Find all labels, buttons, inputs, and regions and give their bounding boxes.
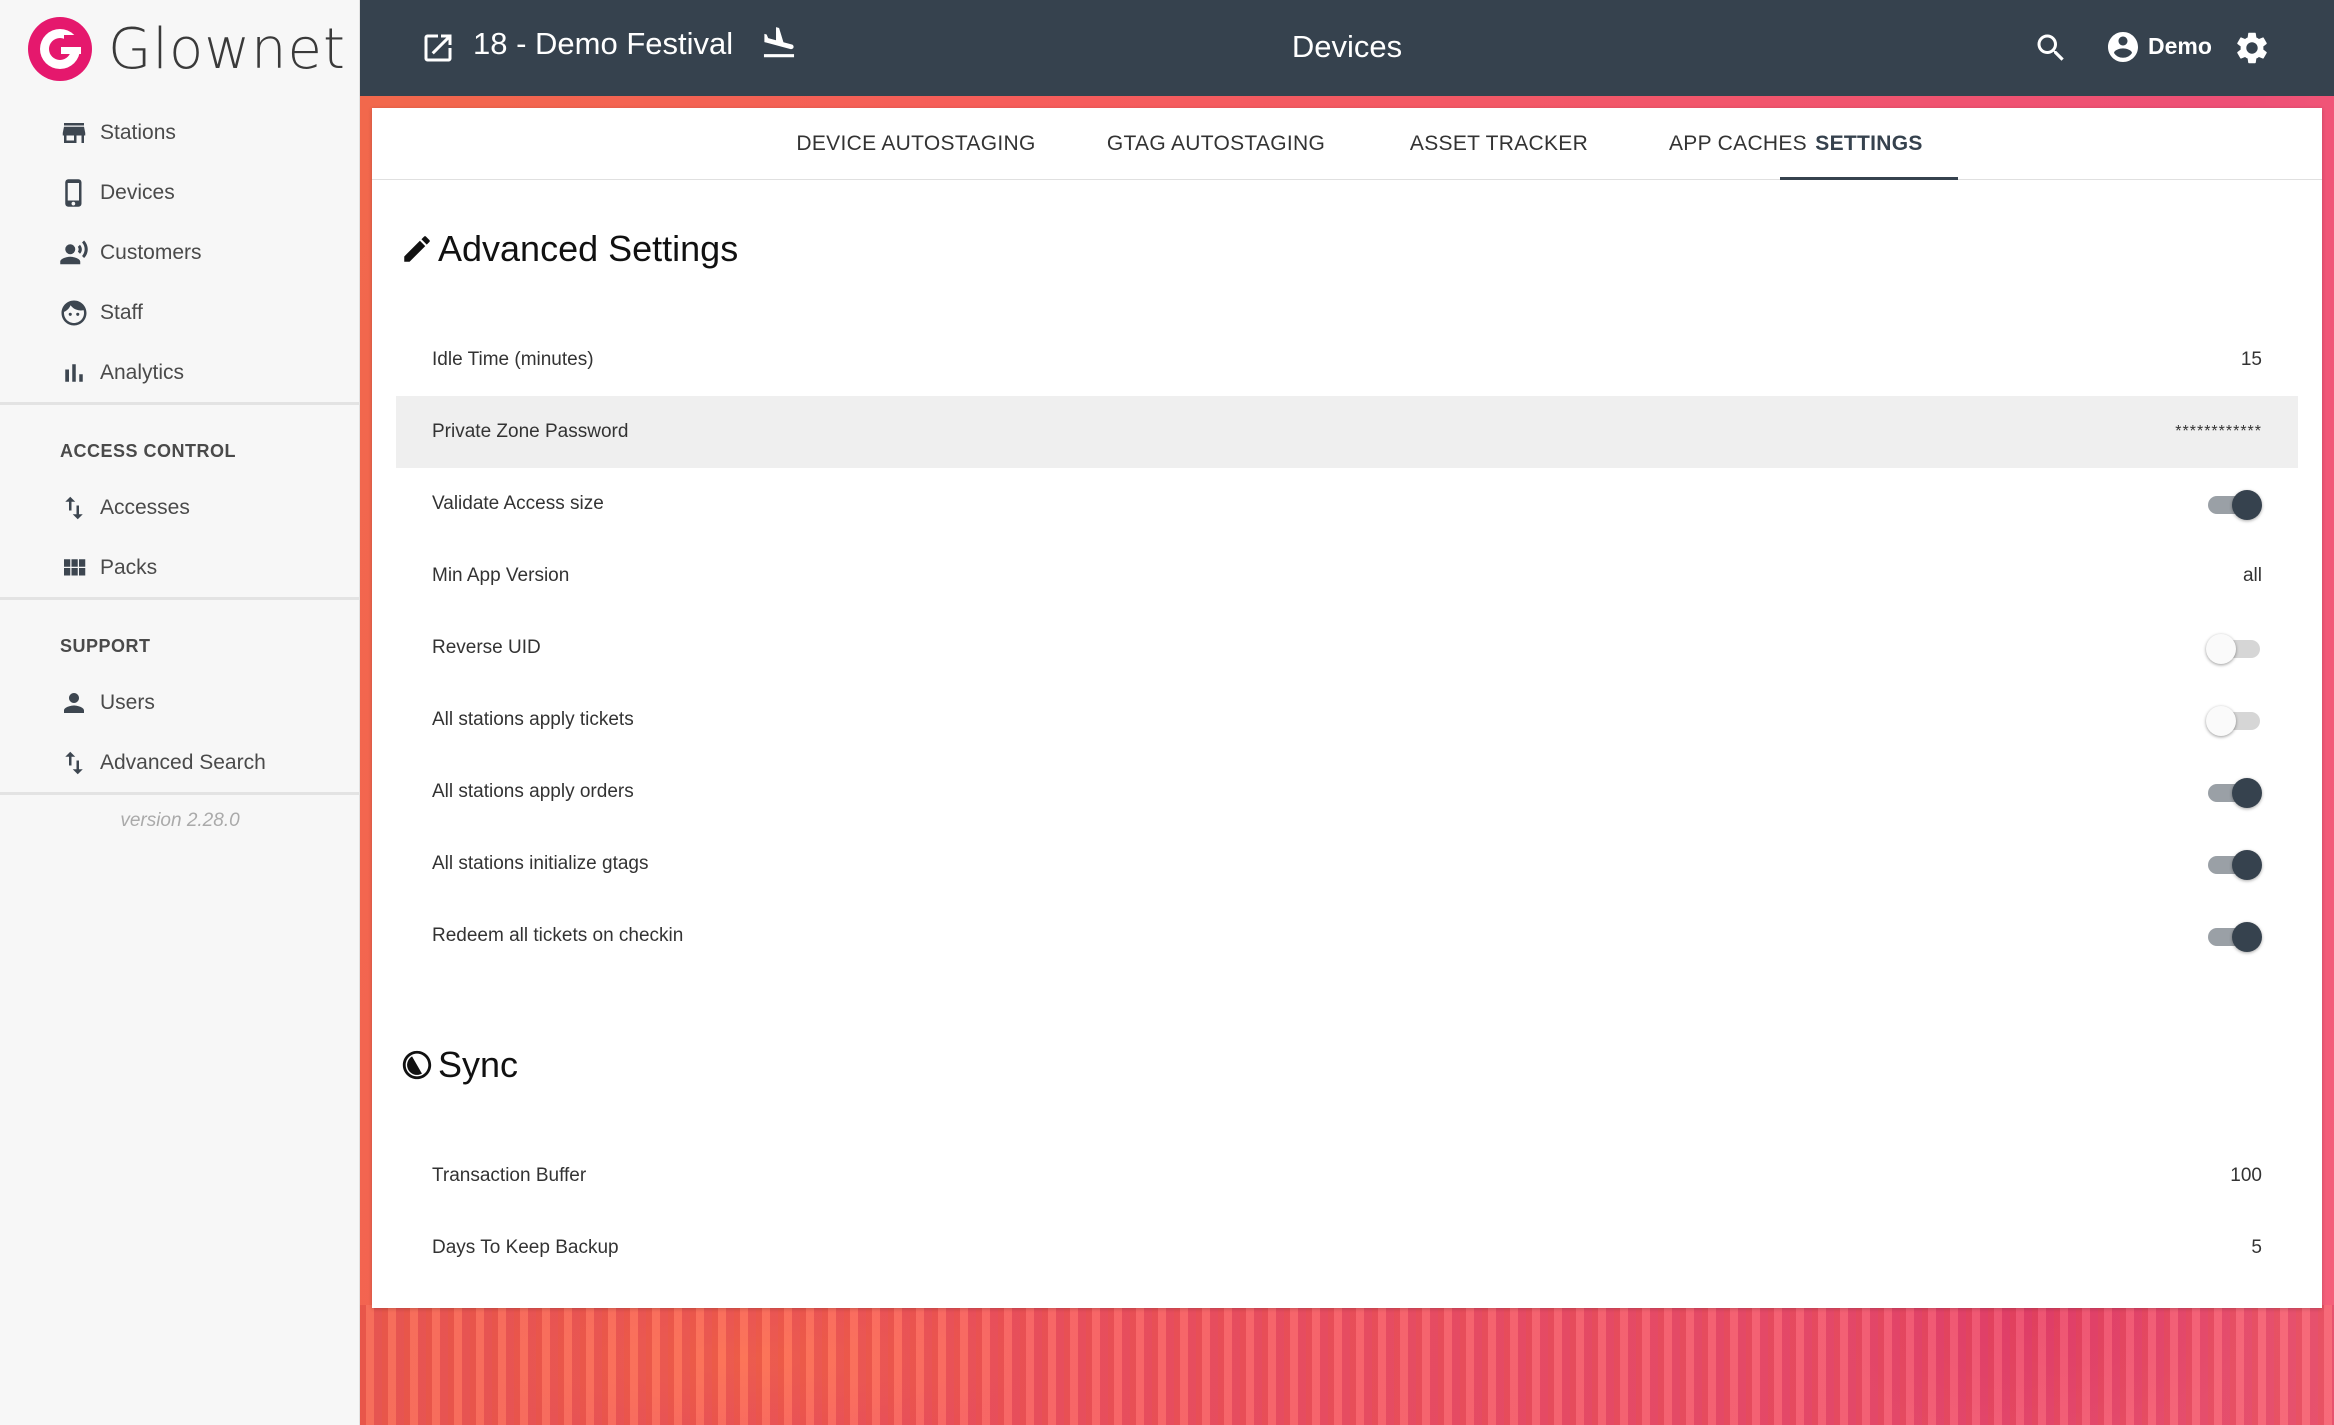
tab-device-autostaging[interactable]: DEVICE AUTOSTAGING <box>764 108 1068 180</box>
glownet-logo-icon <box>28 17 92 81</box>
setting-row-reverse-uid: Reverse UID <box>396 612 2298 684</box>
sidebar-item-users[interactable]: Users <box>58 675 338 731</box>
setting-label: Transaction Buffer <box>432 1165 587 1186</box>
section-title: Sync <box>438 1044 519 1085</box>
setting-row-private-zone-password[interactable]: Private Zone Password ************ <box>396 396 2298 468</box>
sidebar-item-label: Analytics <box>100 361 185 384</box>
all-stations-apply-tickets-toggle[interactable] <box>2206 705 2262 736</box>
customer-voice-icon <box>58 237 90 269</box>
bar-chart-icon <box>58 357 90 389</box>
pencil-icon <box>400 232 434 266</box>
search-icon[interactable] <box>2033 30 2069 66</box>
sync-contrast-icon <box>400 1048 434 1082</box>
sidebar-item-advanced-search[interactable]: Advanced Search <box>58 735 338 791</box>
setting-value: 100 <box>2230 1165 2262 1186</box>
setting-label: All stations apply orders <box>432 781 634 802</box>
sidebar-item-label: Customers <box>100 241 202 264</box>
swap-vert-icon <box>58 492 90 524</box>
setting-label: Validate Access size <box>432 493 604 514</box>
setting-label: Days To Keep Backup <box>432 1237 619 1258</box>
sidebar: Glownet Stations Devices Customers Staff… <box>0 0 360 1425</box>
setting-label: All stations apply tickets <box>432 709 634 730</box>
sidebar-divider <box>0 792 360 795</box>
brand-logo[interactable]: Glownet <box>28 14 346 84</box>
store-icon <box>58 117 90 149</box>
sidebar-item-packs[interactable]: Packs <box>58 540 338 596</box>
gear-icon[interactable] <box>2233 29 2271 67</box>
account-circle-icon[interactable] <box>2105 29 2141 65</box>
settings-card: DEVICE AUTOSTAGING GTAG AUTOSTAGING ASSE… <box>372 108 2322 1308</box>
sidebar-item-accesses[interactable]: Accesses <box>58 480 338 536</box>
setting-label: Reverse UID <box>432 637 541 658</box>
phone-icon <box>58 177 90 209</box>
sidebar-divider <box>0 402 360 405</box>
setting-value: all <box>2242 565 2262 586</box>
section-title: Advanced Settings <box>438 228 739 269</box>
validate-access-size-toggle[interactable] <box>2206 489 2262 520</box>
setting-row-transaction-buffer[interactable]: Transaction Buffer 100 <box>396 1140 2298 1212</box>
setting-row-all-stations-apply-tickets: All stations apply tickets <box>396 684 2298 756</box>
user-name[interactable]: Demo <box>2148 33 2212 60</box>
sync-heading: Sync <box>400 1044 518 1086</box>
sidebar-item-staff[interactable]: Staff <box>58 285 338 341</box>
sidebar-divider <box>0 597 360 600</box>
setting-row-days-to-keep-backup[interactable]: Days To Keep Backup 5 <box>396 1212 2298 1284</box>
sidebar-item-label: Staff <box>100 301 143 324</box>
sidebar-item-analytics[interactable]: Analytics <box>58 345 338 401</box>
sidebar-item-label: Advanced Search <box>100 751 266 774</box>
sidebar-item-label: Devices <box>100 181 175 204</box>
tab-bar: DEVICE AUTOSTAGING GTAG AUTOSTAGING ASSE… <box>372 108 2322 180</box>
setting-label: Min App Version <box>432 565 570 586</box>
setting-label: Idle Time (minutes) <box>432 349 594 370</box>
all-stations-apply-orders-toggle[interactable] <box>2206 777 2262 808</box>
setting-row-min-app-version[interactable]: Min App Version all <box>396 540 2298 612</box>
sidebar-item-label: Stations <box>100 121 176 144</box>
setting-value: 5 <box>2251 1237 2262 1258</box>
setting-label: Redeem all tickets on checkin <box>432 925 684 946</box>
sidebar-item-customers[interactable]: Customers <box>58 225 338 281</box>
redeem-all-tickets-on-checkin-toggle[interactable] <box>2206 921 2262 952</box>
reverse-uid-toggle[interactable] <box>2206 633 2262 664</box>
setting-value: 15 <box>2240 349 2262 370</box>
tab-asset-tracker[interactable]: ASSET TRACKER <box>1364 108 1634 180</box>
tab-settings[interactable]: SETTINGS <box>1780 108 1958 180</box>
setting-row-idle-time[interactable]: Idle Time (minutes) 15 <box>396 324 2298 396</box>
sidebar-item-label: Accesses <box>100 496 190 519</box>
sidebar-item-label: Users <box>100 691 155 714</box>
app-version: version 2.28.0 <box>120 810 240 831</box>
advanced-settings-heading: Advanced Settings <box>400 228 738 270</box>
setting-row-all-stations-initialize-gtags: All stations initialize gtags <box>396 828 2298 900</box>
face-icon <box>58 297 90 329</box>
section-title-access-control: ACCESS CONTROL <box>60 441 237 461</box>
setting-row-redeem-all-tickets-on-checkin: Redeem all tickets on checkin <box>396 900 2298 972</box>
sidebar-item-devices[interactable]: Devices <box>58 165 338 221</box>
setting-label: Private Zone Password <box>432 421 629 442</box>
section-title-support: SUPPORT <box>60 636 151 656</box>
brand-name: Glownet <box>108 16 346 82</box>
person-icon <box>58 687 90 719</box>
setting-label: All stations initialize gtags <box>432 853 649 874</box>
setting-value: ************ <box>2175 423 2262 440</box>
sidebar-item-label: Packs <box>100 556 158 579</box>
top-bar: 18 - Demo Festival Devices Demo <box>360 0 2334 96</box>
grid-icon <box>58 552 90 584</box>
all-stations-initialize-gtags-toggle[interactable] <box>2206 849 2262 880</box>
sidebar-item-stations[interactable]: Stations <box>58 105 338 161</box>
tab-gtag-autostaging[interactable]: GTAG AUTOSTAGING <box>1068 108 1364 180</box>
setting-row-validate-access-size: Validate Access size <box>396 468 2298 540</box>
swap-vert-icon <box>58 747 90 779</box>
setting-row-all-stations-apply-orders: All stations apply orders <box>396 756 2298 828</box>
